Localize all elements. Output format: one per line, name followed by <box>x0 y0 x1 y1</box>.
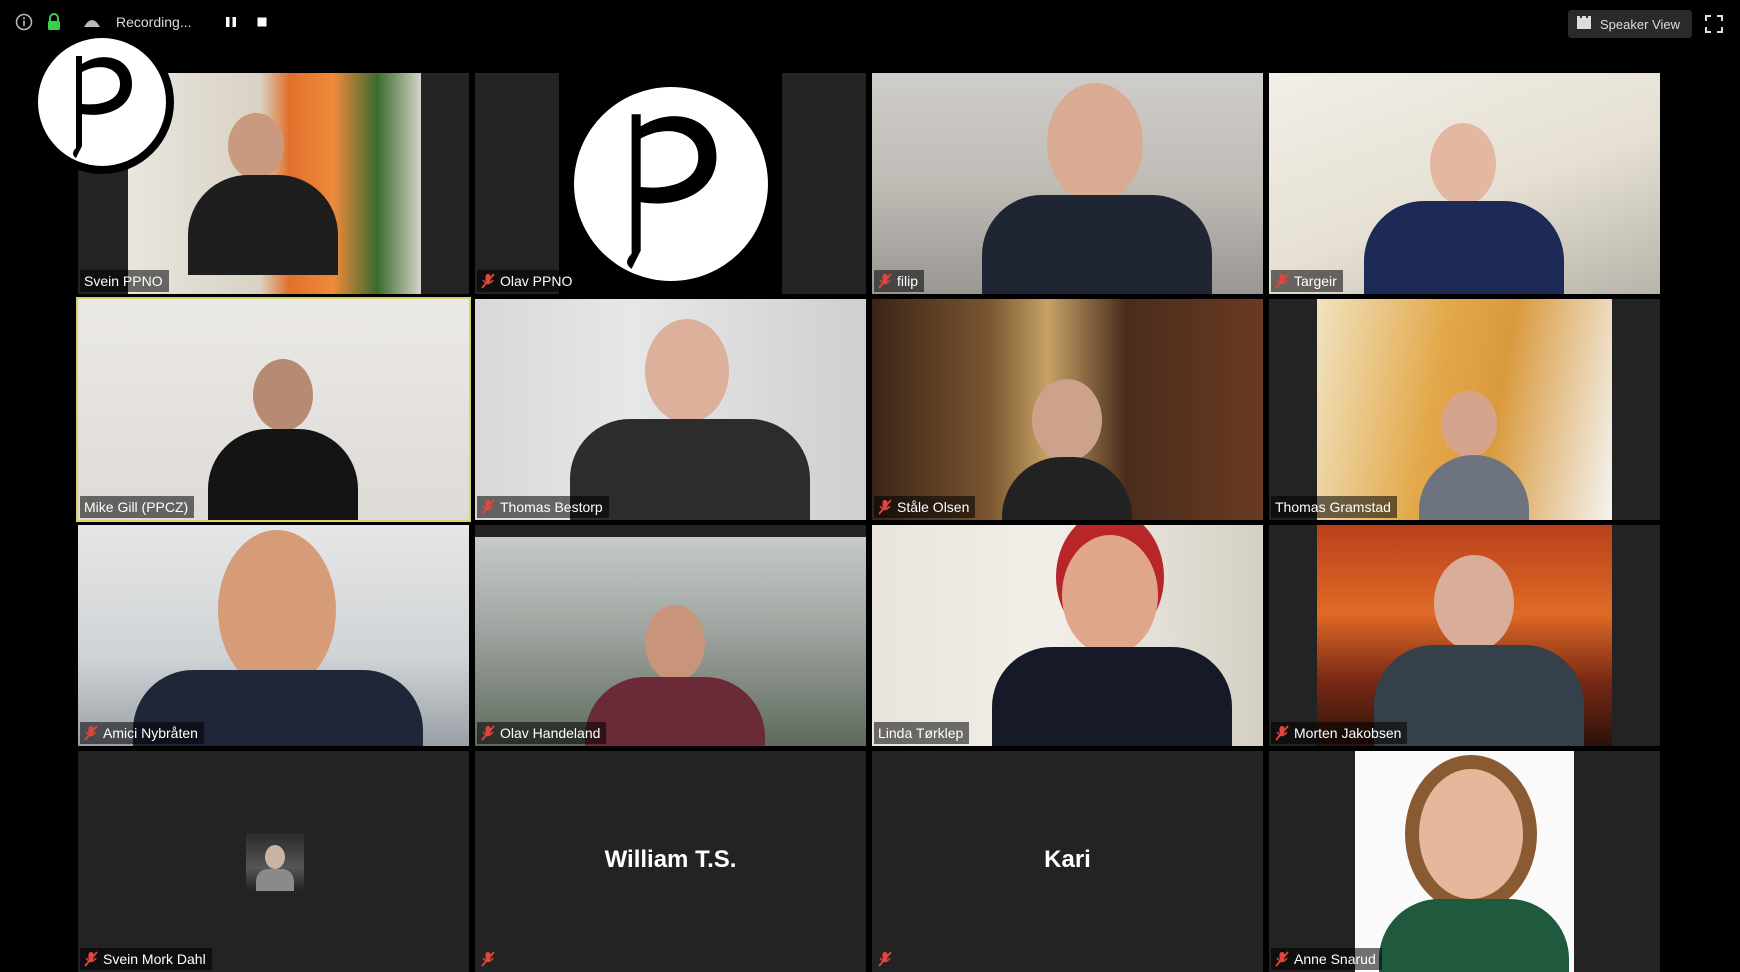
microphone-muted-icon <box>481 273 495 289</box>
microphone-muted-icon <box>1275 725 1289 741</box>
grid-icon <box>1576 15 1592 34</box>
participant-tile[interactable]: Olav Handeland <box>475 525 866 746</box>
participant-name: Svein PPNO <box>84 273 163 289</box>
microphone-muted-icon <box>1275 951 1289 967</box>
participant-name: Amici Nybråten <box>103 725 198 741</box>
microphone-muted-icon <box>878 951 892 967</box>
pause-icon[interactable] <box>221 12 241 32</box>
participant-name: Olav Handeland <box>500 725 601 741</box>
participant-tile[interactable]: Anne Snarud <box>1269 751 1660 972</box>
participant-name: Ståle Olsen <box>897 499 970 515</box>
participant-tile[interactable]: Morten Jakobsen <box>1269 525 1660 746</box>
fullscreen-icon[interactable] <box>1704 14 1724 34</box>
participant-name: Morten Jakobsen <box>1294 725 1402 741</box>
participant-name-tag: Olav Handeland <box>477 722 607 744</box>
participant-name-tag: Thomas Bestorp <box>477 496 609 518</box>
participant-profile-picture <box>246 833 304 891</box>
microphone-muted-icon <box>84 725 98 741</box>
speaker-view-button[interactable]: Speaker View <box>1568 10 1692 38</box>
participant-name-tag: Thomas Gramstad <box>1271 496 1397 518</box>
participant-name: Thomas Gramstad <box>1275 499 1391 515</box>
participant-name-tag: filip <box>874 270 925 292</box>
participant-tile[interactable]: Olav PPNO <box>475 73 866 294</box>
participant-name-tag: Linda Tørklep <box>874 722 970 744</box>
participant-tile[interactable]: Targeir <box>1269 73 1660 294</box>
participant-tile[interactable]: Ståle Olsen <box>872 299 1263 520</box>
lock-icon[interactable] <box>44 12 64 32</box>
participant-name-tag: Targeir <box>1271 270 1343 292</box>
participant-name: Thomas Bestorp <box>500 499 603 515</box>
participant-name-tag <box>874 948 898 970</box>
microphone-muted-icon <box>481 499 495 515</box>
participant-display-name: Kari <box>1044 846 1091 873</box>
participant-name: Mike Gill (PPCZ) <box>84 499 189 515</box>
recording-label: Recording... <box>116 14 192 30</box>
microphone-muted-icon <box>878 273 892 289</box>
participant-tile-active-speaker[interactable]: Mike Gill (PPCZ) <box>76 297 471 522</box>
participant-tile[interactable]: Amici Nybråten <box>78 525 469 746</box>
participant-tile[interactable]: Kari <box>872 751 1263 972</box>
participant-tile[interactable]: Svein Mork Dahl <box>78 751 469 972</box>
microphone-muted-icon <box>1275 273 1289 289</box>
pirate-party-logo <box>30 30 174 174</box>
pirate-party-logo <box>573 86 768 281</box>
participant-tile[interactable]: William T.S. <box>475 751 866 972</box>
participant-name-tag <box>477 948 501 970</box>
participant-name-tag: Ståle Olsen <box>874 496 976 518</box>
participant-name-tag: Svein Mork Dahl <box>80 948 212 970</box>
participant-name: Olav PPNO <box>500 273 573 289</box>
stop-icon[interactable] <box>252 12 272 32</box>
participant-name-tag: Mike Gill (PPCZ) <box>80 496 195 518</box>
meeting-topbar: Recording... Speaker View <box>0 0 1740 46</box>
participant-display-name: William T.S. <box>604 846 737 873</box>
participant-tile[interactable]: Thomas Bestorp <box>475 299 866 520</box>
participant-tile[interactable]: filip <box>872 73 1263 294</box>
microphone-muted-icon <box>481 725 495 741</box>
microphone-muted-icon <box>878 499 892 515</box>
participant-name: Targeir <box>1294 273 1337 289</box>
participant-name: Anne Snarud <box>1294 951 1376 967</box>
participant-tile[interactable]: Thomas Gramstad <box>1269 299 1660 520</box>
participant-name: Linda Tørklep <box>878 725 964 741</box>
participant-name-tag: Anne Snarud <box>1271 948 1382 970</box>
participant-name-tag: Morten Jakobsen <box>1271 722 1408 744</box>
recording-icon <box>82 12 102 32</box>
participant-name: filip <box>897 273 919 289</box>
microphone-muted-icon <box>481 951 495 967</box>
microphone-muted-icon <box>84 951 98 967</box>
participant-name-tag: Olav PPNO <box>477 270 579 292</box>
participant-tile[interactable]: Linda Tørklep <box>872 525 1263 746</box>
participant-name-tag: Amici Nybråten <box>80 722 204 744</box>
info-icon[interactable] <box>14 12 34 32</box>
speaker-view-label: Speaker View <box>1600 16 1680 32</box>
participant-name-tag: Svein PPNO <box>80 270 169 292</box>
participant-name: Svein Mork Dahl <box>103 951 206 967</box>
participant-avatar <box>559 73 782 294</box>
